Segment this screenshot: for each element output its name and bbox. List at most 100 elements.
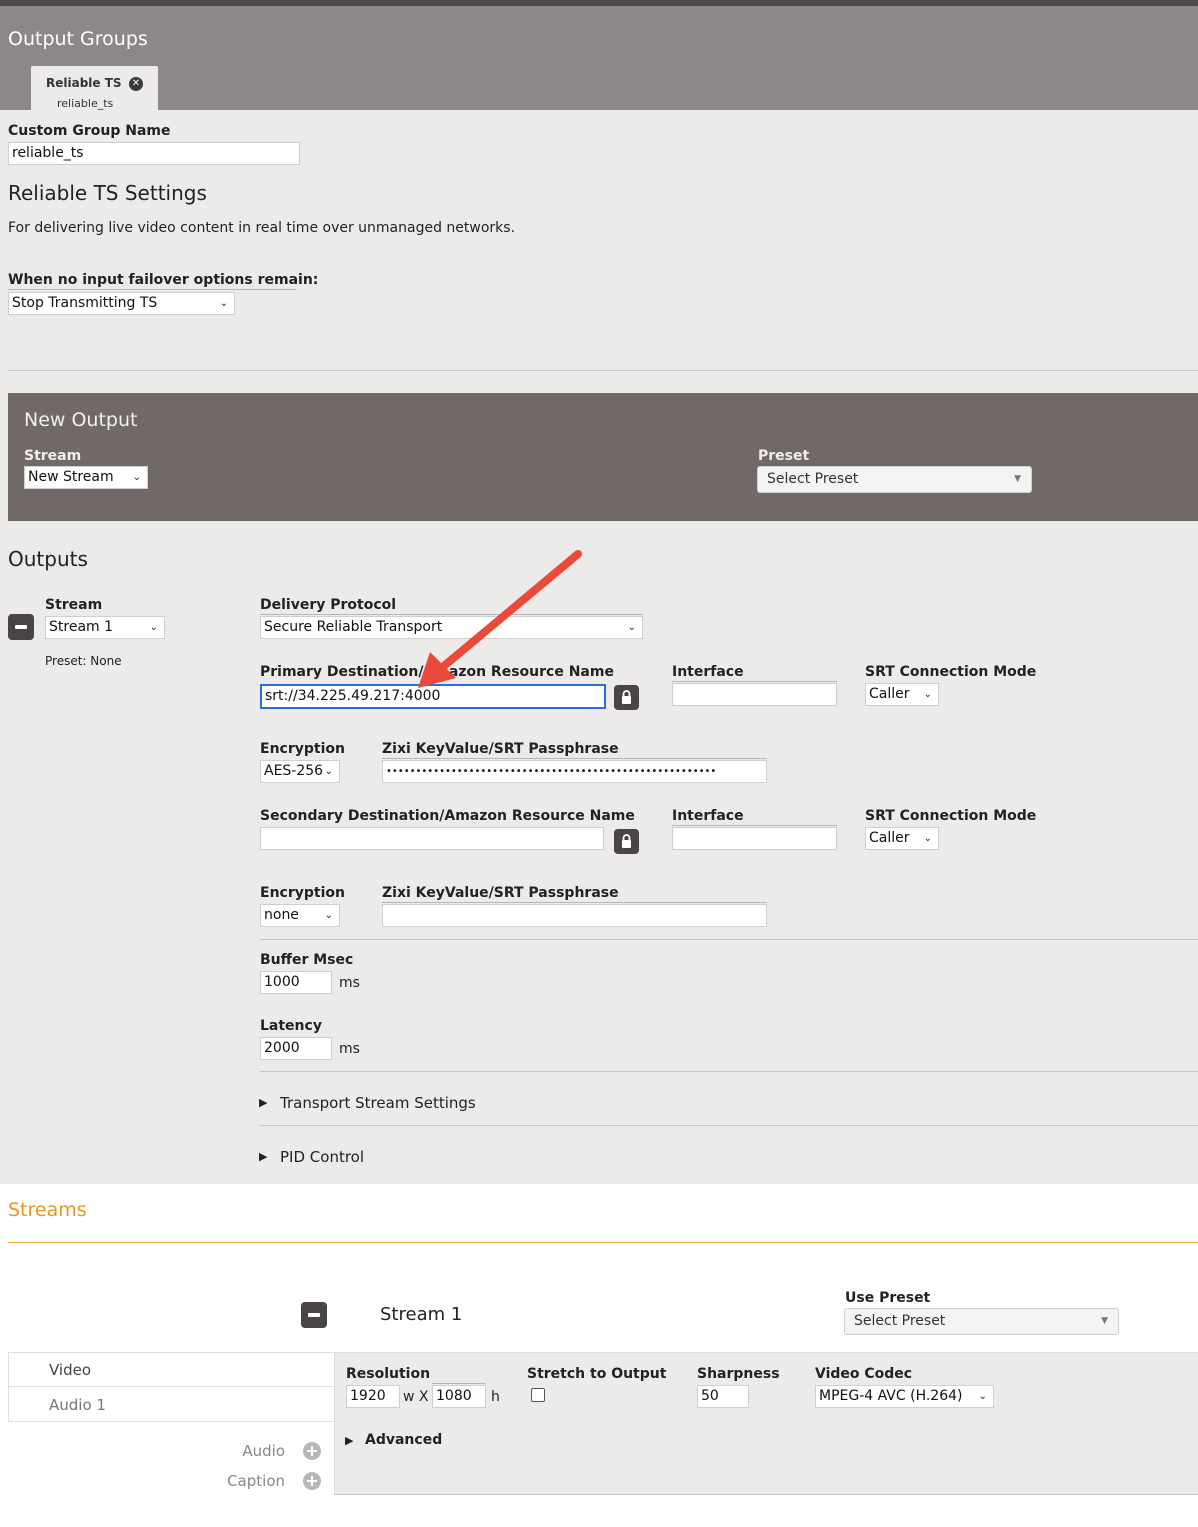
pid-control-toggle[interactable]: ▶ PID Control bbox=[259, 1148, 419, 1168]
interface2-input[interactable] bbox=[672, 827, 837, 850]
passphrase-input[interactable]: ••••••••••••••••••••••••••••••••••••••••… bbox=[382, 760, 767, 783]
output-groups-header: Output Groups Reliable TS ✕ reliable_ts bbox=[0, 6, 1198, 116]
encryption-label: Encryption bbox=[260, 741, 345, 757]
new-output-preset-select[interactable]: Select Preset ▼ bbox=[757, 466, 1032, 493]
settings-title: Reliable TS Settings bbox=[8, 181, 207, 205]
latency-input[interactable]: 2000 bbox=[260, 1037, 332, 1060]
tab-video[interactable]: Video bbox=[9, 1353, 334, 1387]
output-stream-value: Stream 1 bbox=[49, 619, 114, 635]
add-caption-label: Caption bbox=[227, 1472, 285, 1490]
srt-mode-label: SRT Connection Mode bbox=[865, 664, 1037, 680]
new-output-preset-value: Select Preset bbox=[767, 471, 859, 487]
annotation-arrow bbox=[418, 550, 582, 688]
caret-right-icon: ▶ bbox=[259, 1096, 268, 1109]
resolution-label-underline bbox=[432, 1383, 486, 1384]
tab-video-label: Video bbox=[49, 1361, 92, 1379]
encryption2-select[interactable]: none ⌄ bbox=[260, 904, 340, 927]
buffer-msec-input[interactable]: 1000 bbox=[260, 971, 332, 994]
stretch-checkbox[interactable] bbox=[531, 1388, 545, 1402]
interface-input[interactable] bbox=[672, 683, 837, 706]
video-codec-label: Video Codec bbox=[815, 1366, 913, 1382]
custom-group-name-label: Custom Group Name bbox=[8, 123, 171, 139]
resolution-width-input[interactable]: 1920 bbox=[346, 1385, 400, 1408]
add-audio-button[interactable]: Audio bbox=[200, 1442, 325, 1462]
caret-right-icon: ▶ bbox=[345, 1434, 354, 1447]
sharpness-label: Sharpness bbox=[697, 1366, 780, 1382]
stream-name: Stream 1 bbox=[380, 1304, 463, 1325]
chevron-down-icon: ⌄ bbox=[923, 689, 932, 700]
encryption-select[interactable]: AES-256 ⌄ bbox=[260, 760, 340, 783]
remove-output-button[interactable] bbox=[8, 614, 34, 640]
resolution-label: Resolution bbox=[346, 1366, 431, 1382]
chevron-down-icon: ⌄ bbox=[149, 622, 158, 633]
encryption2-label: Encryption bbox=[260, 885, 345, 901]
encryption-value: AES-256 bbox=[264, 763, 324, 779]
srt-mode2-select[interactable]: Caller ⌄ bbox=[865, 827, 939, 850]
failover-label: When no input failover options remain: bbox=[8, 272, 319, 288]
plus-circle-icon bbox=[303, 1472, 321, 1490]
custom-group-name-input[interactable]: reliable_ts bbox=[8, 142, 300, 165]
delivery-protocol-label: Delivery Protocol bbox=[260, 597, 397, 613]
sharpness-input[interactable]: 50 bbox=[697, 1385, 749, 1408]
lock-button[interactable] bbox=[614, 685, 639, 710]
resolution-x: w X bbox=[403, 1389, 429, 1405]
chevron-down-icon: ⌄ bbox=[132, 472, 141, 483]
passphrase-label-underline bbox=[382, 758, 767, 759]
streams-divider bbox=[8, 1242, 1198, 1243]
interface2-label-underline bbox=[672, 825, 837, 826]
pid-control-label: PID Control bbox=[280, 1148, 365, 1166]
passphrase-label: Zixi KeyValue/SRT Passphrase bbox=[382, 741, 619, 757]
streams-title: Streams bbox=[8, 1199, 87, 1221]
resolution-h: h bbox=[491, 1389, 500, 1405]
srt-mode-select[interactable]: Caller ⌄ bbox=[865, 683, 939, 706]
add-caption-button[interactable]: Caption bbox=[200, 1472, 325, 1492]
dropdown-arrow-icon: ▼ bbox=[1101, 1316, 1108, 1326]
remove-stream-button[interactable] bbox=[301, 1302, 327, 1328]
passphrase2-label: Zixi KeyValue/SRT Passphrase bbox=[382, 885, 619, 901]
use-preset-select[interactable]: Select Preset ▼ bbox=[844, 1308, 1119, 1335]
transport-stream-settings-label: Transport Stream Settings bbox=[280, 1094, 476, 1112]
buffer-msec-label: Buffer Msec bbox=[260, 952, 354, 968]
lock-button-secondary[interactable] bbox=[614, 829, 639, 854]
video-codec-value: MPEG-4 AVC (H.264) bbox=[819, 1388, 963, 1404]
tab-reliable-ts[interactable]: Reliable TS ✕ reliable_ts bbox=[31, 66, 158, 116]
failover-select[interactable]: Stop Transmitting TS ⌄ bbox=[8, 292, 235, 315]
new-output-stream-select[interactable]: New Stream ⌄ bbox=[24, 466, 148, 489]
advanced-label: Advanced bbox=[365, 1432, 443, 1448]
latency-label: Latency bbox=[260, 1018, 322, 1034]
output-stream-label: Stream bbox=[45, 597, 103, 613]
tab-label: Reliable TS bbox=[46, 76, 122, 90]
advanced-toggle[interactable]: ▶ Advanced bbox=[345, 1432, 465, 1452]
stretch-label: Stretch to Output bbox=[527, 1366, 667, 1382]
passphrase2-label-underline bbox=[382, 902, 767, 903]
passphrase2-input[interactable] bbox=[382, 904, 767, 927]
transport-stream-settings-toggle[interactable]: ▶ Transport Stream Settings bbox=[259, 1094, 499, 1114]
srt-mode2-value: Caller bbox=[869, 830, 910, 846]
settings-description: For delivering live video content in rea… bbox=[8, 220, 516, 236]
chevron-down-icon: ⌄ bbox=[219, 298, 228, 309]
new-output-stream-label: Stream bbox=[24, 448, 82, 464]
chevron-down-icon: ⌄ bbox=[978, 1391, 987, 1402]
output-stream-select[interactable]: Stream 1 ⌄ bbox=[45, 616, 165, 639]
interface-label: Interface bbox=[672, 664, 744, 680]
chevron-down-icon: ⌄ bbox=[324, 910, 333, 921]
video-codec-select[interactable]: MPEG-4 AVC (H.264) ⌄ bbox=[815, 1385, 994, 1408]
new-output-preset-label: Preset bbox=[758, 448, 810, 464]
encryption2-value: none bbox=[264, 907, 299, 923]
secondary-destination-label: Secondary Destination/Amazon Resource Na… bbox=[260, 808, 635, 824]
close-icon[interactable]: ✕ bbox=[129, 77, 143, 91]
interface2-label: Interface bbox=[672, 808, 744, 824]
tab-audio-1[interactable]: Audio 1 bbox=[9, 1388, 334, 1422]
output-groups-title: Output Groups bbox=[8, 28, 148, 50]
secondary-destination-input[interactable] bbox=[260, 827, 604, 850]
divider bbox=[8, 370, 1198, 371]
interface-label-underline bbox=[672, 681, 837, 682]
failover-select-value: Stop Transmitting TS bbox=[12, 295, 158, 311]
resolution-height-input[interactable]: 1080 bbox=[432, 1385, 486, 1408]
caret-right-icon: ▶ bbox=[259, 1150, 268, 1163]
new-output-panel: New Output Stream New Stream ⌄ Preset Se… bbox=[8, 393, 1198, 521]
buffer-unit: ms bbox=[339, 975, 360, 991]
new-output-title: New Output bbox=[24, 409, 138, 431]
dropdown-arrow-icon: ▼ bbox=[1014, 474, 1021, 484]
output-preset-text: Preset: None bbox=[45, 654, 122, 668]
